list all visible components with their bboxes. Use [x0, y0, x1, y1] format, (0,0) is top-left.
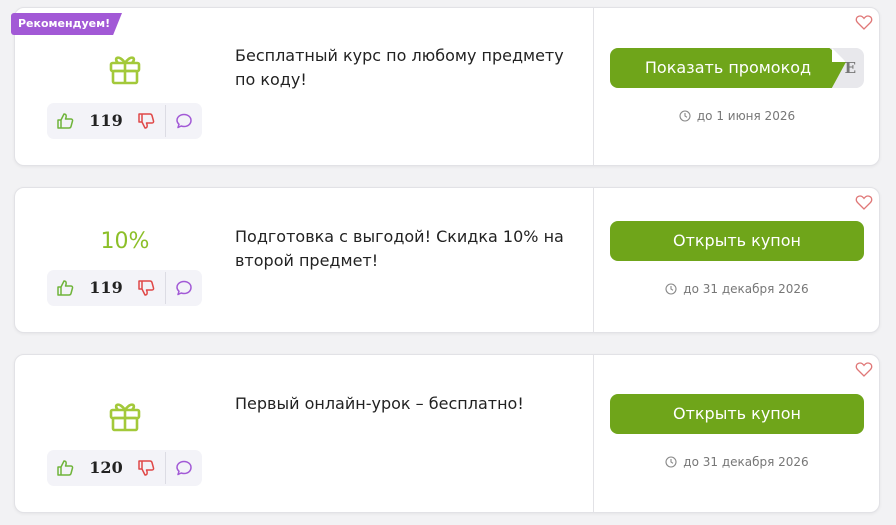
thumbs-up-icon[interactable]	[56, 459, 74, 477]
thumbs-up-icon[interactable]	[56, 279, 74, 297]
open-coupon-button[interactable]: Открыть купон	[610, 221, 864, 261]
offer-description-panel: Бесплатный курс по любому предмету по ко…	[235, 8, 593, 165]
vote-separator	[165, 452, 166, 484]
show-promocode-label: Показать промокод	[610, 48, 846, 88]
clock-icon	[679, 110, 691, 122]
offer-card-1: Рекомендуем! 119 Бесплатный курс по любо…	[11, 7, 880, 166]
vote-separator	[165, 272, 166, 304]
offer-left-panel: 120	[15, 355, 235, 512]
offer-action-panel: E Показать промокод до 1 июня 2026	[593, 8, 879, 165]
thumbs-down-icon[interactable]	[137, 112, 155, 130]
recommended-badge: Рекомендуем!	[11, 13, 122, 35]
comment-icon[interactable]	[175, 112, 193, 130]
offer-description-panel: Подготовка с выгодой! Скидка 10% на втор…	[235, 188, 593, 332]
thumbs-down-icon[interactable]	[137, 459, 155, 477]
offer-description: Подготовка с выгодой! Скидка 10% на втор…	[235, 227, 564, 270]
show-promocode-button[interactable]: E Показать промокод	[610, 48, 864, 88]
vote-panel: 119	[47, 270, 202, 306]
vote-panel: 120	[47, 450, 202, 486]
offer-card-2: 10% 119 Подготовка с выгодой! Скидка 10%…	[14, 187, 880, 333]
offer-action-panel: Открыть купон до 31 декабря 2026	[593, 188, 879, 332]
offer-expiry: до 1 июня 2026	[610, 109, 864, 123]
vote-count: 120	[89, 458, 123, 477]
vote-panel: 119	[47, 103, 202, 139]
comment-icon[interactable]	[175, 459, 193, 477]
offer-description: Первый онлайн-урок – бесплатно!	[235, 394, 524, 413]
offer-action-panel: Открыть купон до 31 декабря 2026	[593, 355, 879, 512]
open-coupon-button[interactable]: Открыть купон	[610, 394, 864, 434]
comment-icon[interactable]	[175, 279, 193, 297]
thumbs-up-icon[interactable]	[56, 112, 74, 130]
heart-icon[interactable]	[855, 194, 873, 210]
heart-icon[interactable]	[855, 361, 873, 377]
heart-icon[interactable]	[855, 14, 873, 30]
discount-percent: 10%	[100, 229, 150, 254]
promocode-hint: E	[844, 59, 856, 77]
vote-separator	[165, 105, 166, 137]
gift-icon	[109, 403, 141, 432]
clock-icon	[665, 283, 677, 295]
gift-icon	[109, 56, 141, 85]
offer-left-panel: 10% 119	[15, 188, 235, 332]
offer-description: Бесплатный курс по любому предмету по ко…	[235, 46, 564, 89]
offer-description-panel: Первый онлайн-урок – бесплатно!	[235, 355, 593, 512]
offer-expiry: до 31 декабря 2026	[610, 282, 864, 296]
offer-expiry-text: до 31 декабря 2026	[683, 455, 809, 469]
offer-expiry-text: до 1 июня 2026	[696, 109, 796, 123]
thumbs-down-icon[interactable]	[137, 279, 155, 297]
offer-expiry: до 31 декабря 2026	[610, 455, 864, 469]
clock-icon	[665, 456, 677, 468]
vote-count: 119	[89, 111, 123, 130]
offer-card-3: 120 Первый онлайн-урок – бесплатно! Откр…	[14, 354, 880, 513]
vote-count: 119	[89, 278, 123, 297]
offer-expiry-text: до 31 декабря 2026	[683, 282, 809, 296]
